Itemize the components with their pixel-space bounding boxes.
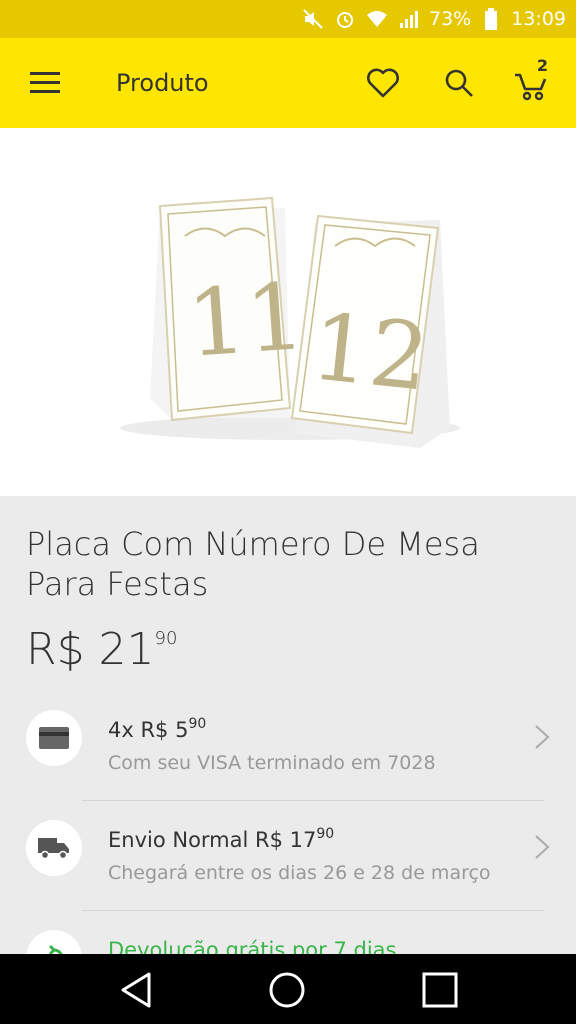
installments-cents: 90: [188, 716, 207, 732]
chevron-right-icon: [535, 725, 550, 749]
shipping-value: Envio Normal R$ 17: [108, 828, 317, 852]
installments-text: 4x R$ 590: [108, 716, 207, 742]
app-bar: Produto 2: [0, 38, 576, 128]
home-circle-icon: [269, 972, 305, 1008]
shipping-row[interactable]: Envio Normal R$ 1790 Chegará entre os di…: [0, 806, 576, 916]
installments-value: 4x R$ 5: [108, 718, 189, 742]
product-title: Placa Com Número De Mesa Para Festas: [26, 525, 480, 603]
menu-button[interactable]: [20, 62, 70, 104]
wifi-icon: [365, 7, 389, 31]
signal-icon: [397, 7, 421, 31]
card-number-left: 11: [184, 263, 308, 378]
shipping-icon-circle: [26, 820, 82, 876]
clock: 13:09: [511, 8, 566, 30]
shipping-eta: Chegará entre os dias 26 e 28 de março: [108, 862, 491, 884]
status-icons: 73% 13:09: [301, 0, 566, 38]
heart-icon: [367, 68, 399, 98]
product-info: Placa Com Número De Mesa Para Festas R$ …: [0, 496, 576, 986]
battery-icon: [479, 7, 503, 31]
divider: [82, 800, 544, 801]
shipping-text: Envio Normal R$ 1790: [108, 826, 335, 852]
alarm-icon: [333, 7, 357, 31]
recents-square-icon: [422, 972, 458, 1008]
status-bar: 73% 13:09: [0, 0, 576, 38]
cart-badge: 2: [536, 56, 548, 75]
payment-row[interactable]: 4x R$ 590 Com seu VISA terminado em 7028: [0, 696, 576, 806]
product-image[interactable]: 11 12: [0, 128, 576, 496]
product-price: R$ 2190: [26, 624, 177, 675]
chevron-right-icon: [535, 835, 550, 859]
page-title: Produto: [116, 69, 209, 97]
divider: [82, 910, 544, 911]
shipping-cents: 90: [316, 826, 335, 842]
search-button[interactable]: [434, 58, 484, 108]
back-button[interactable]: [112, 966, 160, 1014]
back-triangle-icon: [121, 972, 151, 1008]
credit-card-icon: [39, 727, 69, 749]
truck-icon: [38, 838, 69, 860]
home-button[interactable]: [263, 966, 311, 1014]
price-whole: R$ 21: [26, 624, 155, 675]
card-number-right: 12: [306, 293, 434, 412]
payment-card-info: Com seu VISA terminado em 7028: [108, 752, 436, 774]
payment-icon-circle: [26, 710, 82, 766]
mute-icon: [301, 7, 325, 31]
price-cents: 90: [154, 628, 178, 649]
favorite-button[interactable]: [358, 58, 408, 108]
cart-button[interactable]: 2: [506, 56, 556, 108]
search-icon: [445, 69, 473, 97]
recents-button[interactable]: [416, 966, 464, 1014]
hamburger-icon: [30, 72, 60, 93]
system-nav-bar: [0, 954, 576, 1024]
battery-percent: 73%: [429, 8, 472, 30]
